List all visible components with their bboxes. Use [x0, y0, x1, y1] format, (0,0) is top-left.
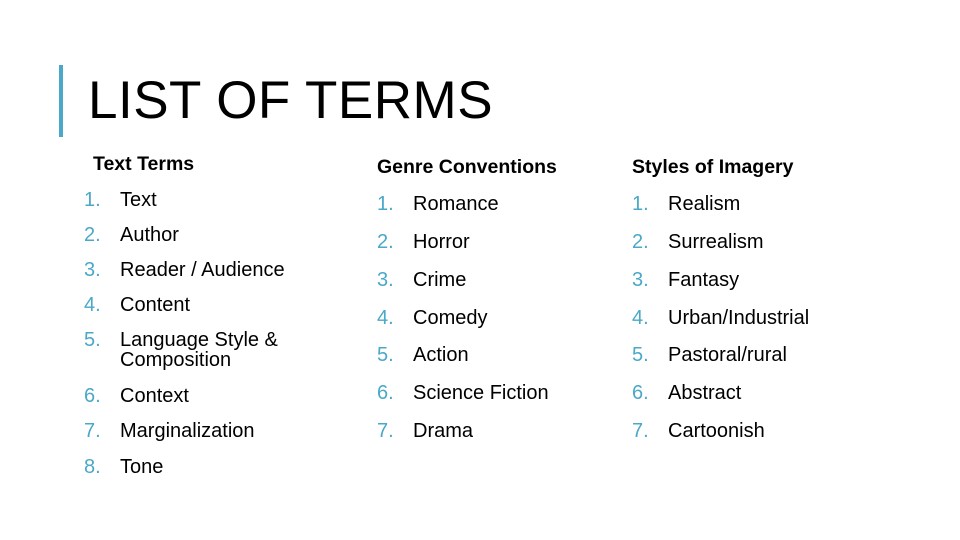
list-number: 5. — [84, 329, 101, 351]
list-number: 5. — [377, 344, 394, 366]
list-number: 7. — [632, 420, 649, 442]
list-label: Context — [120, 385, 189, 407]
list-label: Tone — [120, 456, 164, 478]
list-label: Pastoral/rural — [668, 344, 787, 366]
title-accent-bar — [59, 65, 63, 137]
list-label: Language Style & Composition — [120, 329, 278, 371]
list-label: Horror — [413, 231, 470, 253]
list-number: 3. — [377, 269, 394, 291]
list-number: 2. — [84, 224, 101, 246]
list-number: 3. — [632, 269, 649, 291]
list-label: Urban/Industrial — [668, 307, 810, 329]
list-number: 1. — [632, 193, 649, 215]
list-label: Drama — [413, 420, 474, 442]
list-label: Text — [120, 189, 157, 211]
list-number: 1. — [84, 189, 101, 211]
list-label: Crime — [413, 269, 467, 291]
list-label: Cartoonish — [668, 420, 765, 442]
list-number: 7. — [377, 420, 394, 442]
column-header: Genre Conventions — [377, 156, 557, 178]
slide-title: LIST OF TERMS — [88, 71, 494, 130]
list-number: 6. — [377, 382, 394, 404]
list-number: 8. — [84, 456, 101, 478]
list-number: 7. — [84, 420, 101, 442]
list-label: Romance — [413, 193, 499, 215]
list-number: 4. — [632, 307, 649, 329]
list-number: 3. — [84, 259, 101, 281]
list-number: 2. — [377, 231, 394, 253]
list-label: Content — [120, 294, 191, 316]
list-label: Fantasy — [668, 269, 740, 291]
list-label: Author — [120, 224, 179, 246]
list-label: Surrealism — [668, 231, 764, 253]
list-number: 1. — [377, 193, 394, 215]
list-label: Reader / Audience — [120, 259, 285, 281]
list-label: Abstract — [668, 382, 742, 404]
list-number: 5. — [632, 344, 649, 366]
list-number: 6. — [632, 382, 649, 404]
column-header: Text Terms — [93, 153, 195, 175]
list-number: 4. — [84, 294, 101, 316]
list-number: 6. — [84, 385, 101, 407]
list-label: Marginalization — [120, 420, 255, 442]
list-label: Action — [413, 344, 469, 366]
list-label: Comedy — [413, 307, 488, 329]
list-number: 4. — [377, 307, 394, 329]
list-label: Science Fiction — [413, 382, 549, 404]
list-number: 2. — [632, 231, 649, 253]
column-header: Styles of Imagery — [632, 156, 794, 178]
list-label: Realism — [668, 193, 741, 215]
